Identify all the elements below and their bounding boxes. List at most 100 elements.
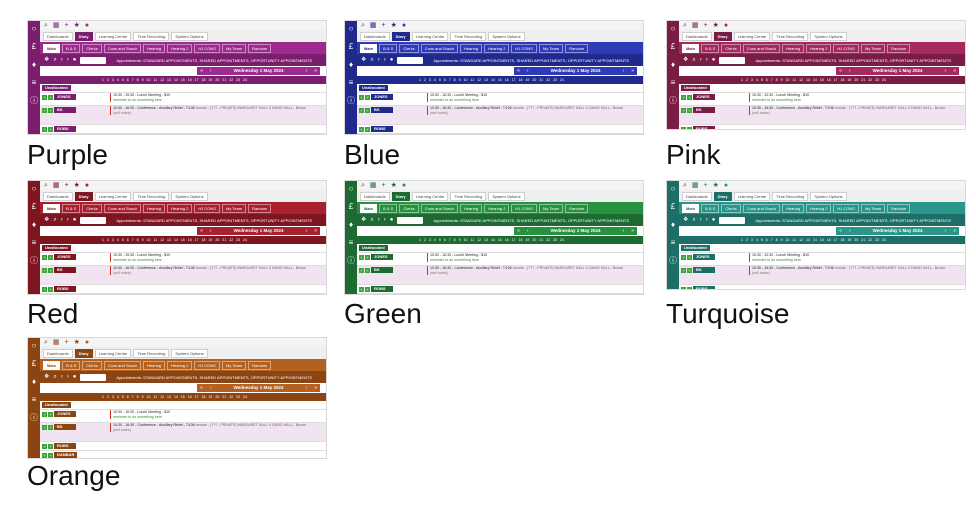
- menu-item[interactable]: Main: [360, 43, 378, 53]
- next-day-icon[interactable]: ›: [303, 227, 311, 235]
- menu-item[interactable]: Random: [248, 203, 272, 213]
- row-name[interactable]: Unallocated: [359, 85, 388, 91]
- filter-input[interactable]: [397, 216, 424, 224]
- team-icon[interactable]: ❖: [361, 56, 366, 64]
- info-icon[interactable]: ⓘ: [667, 255, 679, 267]
- appointments-filter[interactable]: Appointments: STANDARD APPOINTMENTS, SHA…: [116, 218, 312, 223]
- menu-item[interactable]: Main: [682, 203, 700, 213]
- add-appointment-icon[interactable]: +: [687, 126, 692, 129]
- next-day-icon[interactable]: ›: [620, 227, 628, 235]
- menu-item[interactable]: HJ CONS: [511, 203, 537, 213]
- last-page-icon[interactable]: »: [311, 384, 320, 392]
- row-name[interactable]: BS: [54, 424, 76, 430]
- menu-item[interactable]: Random: [565, 203, 589, 213]
- menu-item[interactable]: Hearing 2: [484, 43, 510, 53]
- pound-icon[interactable]: £: [667, 201, 679, 213]
- row-name[interactable]: Unallocated: [42, 402, 71, 408]
- chart-icon[interactable]: ≡: [28, 394, 40, 406]
- tab-time-recording[interactable]: Time Recording: [450, 191, 487, 201]
- next-day-icon[interactable]: ›: [942, 67, 950, 75]
- calendar-icon[interactable]: ▦: [370, 21, 377, 30]
- plus-icon[interactable]: +: [65, 21, 69, 30]
- info-icon[interactable]: ⓘ: [667, 95, 679, 107]
- prev-icon[interactable]: ‹: [700, 56, 702, 64]
- menu-item[interactable]: My Team: [221, 360, 247, 370]
- search-icon[interactable]: ⌕: [370, 216, 373, 224]
- menu-item[interactable]: Cons and Susch: [742, 43, 781, 53]
- first-page-icon[interactable]: «: [836, 67, 845, 75]
- menu-item[interactable]: Hearing 2: [167, 203, 193, 213]
- add-appointment-icon[interactable]: +: [687, 286, 692, 289]
- alert-icon[interactable]: ●: [85, 21, 89, 30]
- menu-item[interactable]: Random: [887, 203, 911, 213]
- appointment-lunch[interactable]: 10:30 - 10:30 - Lunch Meeting - $10 remin…: [110, 93, 322, 102]
- row-name[interactable]: BS: [371, 267, 393, 273]
- prev-icon[interactable]: ‹: [378, 56, 380, 64]
- expand-icon[interactable]: +: [42, 443, 47, 449]
- appointment-lunch[interactable]: 10:30 - 10:30 - Lunch Meeting - $10 remin…: [427, 93, 639, 102]
- expand-icon[interactable]: +: [42, 411, 47, 417]
- pound-icon[interactable]: £: [28, 358, 40, 370]
- tab-time-recording[interactable]: Time Recording: [133, 348, 170, 358]
- alert-icon[interactable]: ●: [724, 21, 728, 30]
- menu-item[interactable]: Hearing 2: [167, 360, 193, 370]
- add-appointment-icon[interactable]: +: [365, 126, 370, 132]
- chart-icon[interactable]: ≡: [28, 237, 40, 249]
- menu-item[interactable]: My Team: [538, 203, 564, 213]
- appointment-conference[interactable]: 10:30 - 16:30 - Conference - Ancillary R…: [749, 106, 961, 115]
- last-page-icon[interactable]: »: [311, 227, 320, 235]
- expand-icon[interactable]: +: [359, 107, 364, 113]
- next-icon[interactable]: ›: [67, 56, 69, 64]
- last-page-icon[interactable]: »: [950, 227, 959, 235]
- person-icon[interactable]: ●: [390, 216, 394, 224]
- calendar-icon[interactable]: ▦: [53, 21, 60, 30]
- plus-icon[interactable]: +: [65, 181, 69, 190]
- search-icon[interactable]: ⌕: [692, 56, 695, 64]
- menu-item[interactable]: Main: [360, 203, 378, 213]
- row-name[interactable]: JONES: [371, 94, 393, 100]
- add-appointment-icon[interactable]: +: [687, 107, 692, 113]
- search-icon[interactable]: ⌕: [370, 56, 373, 64]
- add-appointment-icon[interactable]: +: [48, 411, 53, 417]
- plus-icon[interactable]: +: [704, 21, 708, 30]
- menu-item[interactable]: HJ CONS: [194, 360, 220, 370]
- menu-item[interactable]: Main: [43, 43, 61, 53]
- appointment-conference[interactable]: 10:30 - 16:30 - Conference - Ancillary R…: [110, 106, 322, 115]
- info-icon[interactable]: ⓘ: [28, 412, 40, 424]
- logo-icon[interactable]: ○: [345, 183, 357, 195]
- tab-learning-centre[interactable]: Learning Centre: [94, 348, 132, 358]
- tab-learning-centre[interactable]: Learning Centre: [94, 191, 132, 201]
- tab-diary[interactable]: Diary: [713, 191, 732, 201]
- tab-system-options[interactable]: System Options: [488, 191, 525, 201]
- expand-icon[interactable]: +: [42, 267, 47, 273]
- menu-item[interactable]: B & S: [379, 43, 398, 53]
- person-icon[interactable]: ●: [712, 56, 716, 64]
- tab-diary[interactable]: Diary: [391, 191, 410, 201]
- next-day-icon[interactable]: ›: [620, 67, 628, 75]
- add-appointment-icon[interactable]: +: [365, 94, 370, 100]
- tab-dashboards[interactable]: Dashboards: [360, 191, 390, 201]
- fire-icon[interactable]: ♦: [345, 59, 357, 71]
- calendar-icon[interactable]: ▦: [53, 338, 60, 347]
- row-name[interactable]: BS: [693, 267, 715, 273]
- prev-icon[interactable]: ‹: [61, 56, 63, 64]
- plus-icon[interactable]: +: [382, 21, 386, 30]
- expand-icon[interactable]: +: [681, 126, 686, 129]
- menu-item[interactable]: Random: [248, 43, 272, 53]
- tab-diary[interactable]: Diary: [74, 31, 93, 41]
- search-icon[interactable]: ⌕: [53, 56, 56, 64]
- add-appointment-icon[interactable]: +: [48, 107, 53, 113]
- expand-icon[interactable]: +: [42, 286, 47, 292]
- person-icon[interactable]: ●: [73, 216, 77, 224]
- menu-item[interactable]: Clerks: [82, 203, 102, 213]
- menu-item[interactable]: Clerks: [82, 43, 102, 53]
- appointment-lunch[interactable]: 10:30 - 10:30 - Lunch Meeting - $10 remin…: [110, 253, 322, 262]
- menu-item[interactable]: HJ CONS: [833, 43, 859, 53]
- search-icon[interactable]: ⌕: [44, 21, 48, 30]
- fire-icon[interactable]: ♦: [667, 219, 679, 231]
- expand-icon[interactable]: +: [42, 94, 47, 100]
- logo-icon[interactable]: ○: [667, 183, 679, 195]
- add-appointment-icon[interactable]: +: [365, 267, 370, 273]
- team-icon[interactable]: ❖: [683, 56, 688, 64]
- next-icon[interactable]: ›: [67, 216, 69, 224]
